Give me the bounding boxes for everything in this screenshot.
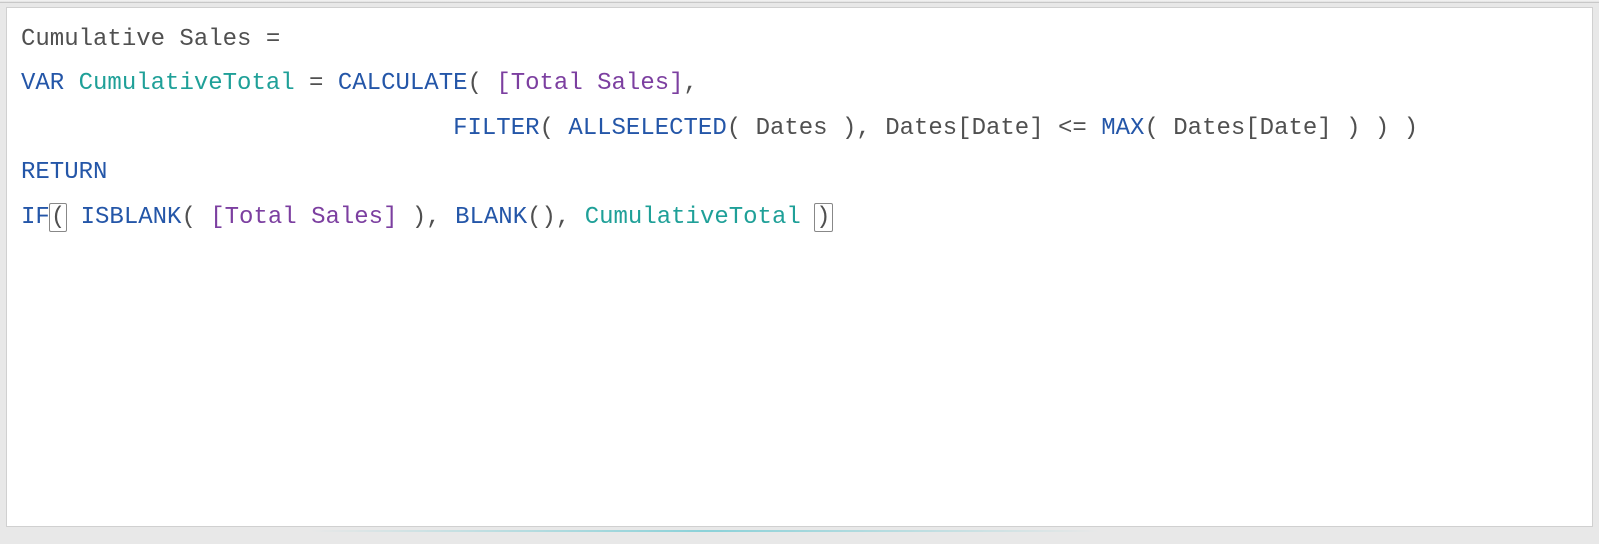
equals-sign: = bbox=[251, 26, 280, 53]
assign-op: = bbox=[295, 70, 338, 97]
lte-operator: <= bbox=[1044, 115, 1102, 142]
paren: ), bbox=[828, 115, 886, 142]
bottom-accent-line bbox=[310, 530, 1100, 532]
isblank-function: ISBLANK bbox=[66, 204, 181, 231]
max-function: MAX bbox=[1101, 115, 1144, 142]
matched-bracket-close: ) bbox=[814, 203, 832, 232]
dates-column: Dates[Date] bbox=[885, 115, 1043, 142]
filter-function: FILTER bbox=[453, 115, 539, 142]
dates-column: Dates[Date] bbox=[1173, 115, 1331, 142]
paren: ( bbox=[468, 70, 497, 97]
indent bbox=[21, 115, 453, 142]
formula-editor[interactable]: Cumulative Sales = VAR CumulativeTotal =… bbox=[6, 7, 1593, 527]
window-top-border bbox=[0, 0, 1599, 3]
paren: ( bbox=[727, 115, 756, 142]
if-function: IF bbox=[21, 204, 50, 231]
measure-name: Cumulative Sales bbox=[21, 26, 251, 53]
dates-table: Dates bbox=[756, 115, 828, 142]
variable-reference: CumulativeTotal bbox=[585, 204, 801, 231]
comma: , bbox=[684, 70, 698, 97]
matched-bracket-open: ( bbox=[49, 203, 67, 232]
paren: (), bbox=[527, 204, 585, 231]
paren: ), bbox=[397, 204, 455, 231]
var-keyword: VAR bbox=[21, 70, 64, 97]
space bbox=[801, 204, 815, 231]
blank-function: BLANK bbox=[455, 204, 527, 231]
allselected-function: ALLSELECTED bbox=[568, 115, 726, 142]
return-keyword: RETURN bbox=[21, 159, 107, 186]
paren: ( bbox=[1144, 115, 1173, 142]
calculate-function: CALCULATE bbox=[338, 70, 468, 97]
paren: ( bbox=[540, 115, 569, 142]
paren: ) ) ) bbox=[1332, 115, 1418, 142]
paren: ( bbox=[181, 204, 210, 231]
total-sales-measure: [Total Sales] bbox=[496, 70, 683, 97]
total-sales-measure: [Total Sales] bbox=[210, 204, 397, 231]
variable-name: CumulativeTotal bbox=[64, 70, 294, 97]
